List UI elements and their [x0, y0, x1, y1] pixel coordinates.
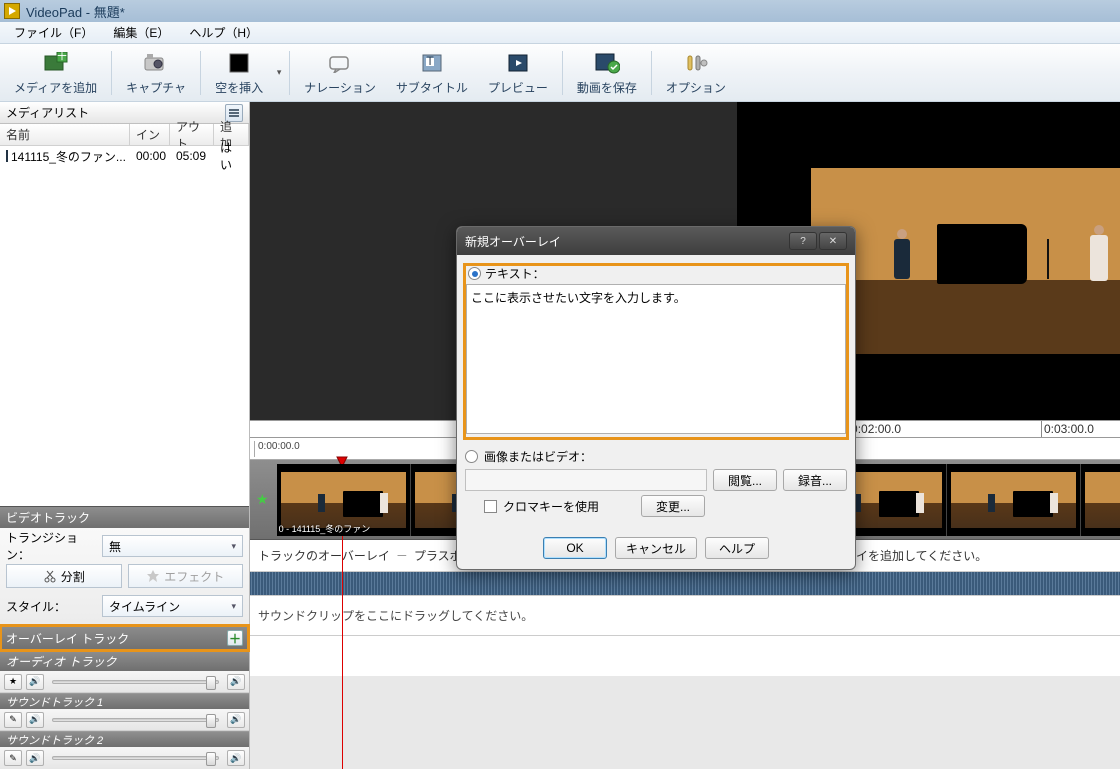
help-button[interactable]: ? [789, 232, 817, 250]
add-media-button[interactable]: ＋ メディアを追加 [4, 44, 107, 101]
text-radio[interactable] [468, 267, 481, 280]
style-label: スタイル： [6, 598, 96, 615]
subtitle-icon: T [418, 49, 446, 77]
speaker-icon-btn[interactable]: 🔊 [227, 674, 245, 690]
subtitle-button[interactable]: T サブタイトル [386, 44, 478, 101]
new-overlay-dialog: 新規オーバーレイ ? ✕ テキスト： 画像またはビデオ： 閲覧... 録音...… [456, 226, 856, 570]
waveform [250, 572, 1120, 595]
volume-slider[interactable] [52, 680, 219, 684]
soundtrack-2[interactable] [250, 636, 1120, 676]
soundtrack-1-label: サウンドトラック 1 [0, 693, 249, 709]
transition-select[interactable]: 無 [102, 535, 243, 557]
narration-button[interactable]: ナレーション [294, 44, 386, 101]
soundtrack-1[interactable]: サウンドクリップをここにドラッグしてください。 [250, 596, 1120, 636]
menu-help[interactable]: ヘルプ（H） [179, 22, 268, 43]
change-button[interactable]: 変更... [641, 495, 705, 517]
window-title: VideoPad - 無題* [26, 2, 125, 21]
clip-thumbnail[interactable] [1081, 464, 1120, 536]
speaker-toggle[interactable]: 🔊 [26, 750, 44, 766]
speaker-toggle[interactable]: 🔊 [26, 712, 44, 728]
audio-track-controls: ★ 🔊 🔊 [0, 671, 249, 693]
insert-blank-button[interactable]: 空を挿入 [205, 44, 273, 101]
clip-thumbnail[interactable]: 0 - 141115_冬のファン [277, 464, 411, 536]
effect-button[interactable]: エフェクト [128, 564, 244, 588]
video-track-header: ビデオトラック [0, 506, 249, 528]
svg-text:＋: ＋ [56, 52, 68, 63]
menu-bar: ファイル（F） 編集（E） ヘルプ（H） [0, 22, 1120, 44]
speaker-icon-btn[interactable]: 🔊 [227, 712, 245, 728]
style-select[interactable]: タイムライン [102, 595, 243, 617]
split-button[interactable]: 分割 [6, 564, 122, 588]
audio-track-header: オーディオ トラック [0, 651, 249, 671]
soundtrack-2-label: サウンドトラック 2 [0, 731, 249, 747]
save-video-button[interactable]: 動画を保存 [567, 44, 647, 101]
speaker-toggle[interactable]: 🔊 [26, 674, 44, 690]
preview-icon [504, 49, 532, 77]
svg-text:T: T [426, 54, 434, 68]
chroma-checkbox[interactable] [484, 500, 497, 513]
option-icon [682, 49, 710, 77]
help-dialog-button[interactable]: ヘルプ [705, 537, 769, 559]
app-icon [4, 3, 20, 19]
capture-button[interactable]: キャプチャ [116, 44, 196, 101]
chroma-label[interactable]: クロマキーを使用 [503, 498, 635, 515]
save-video-icon [593, 49, 621, 77]
title-bar: VideoPad - 無題* [0, 0, 1120, 22]
preview-frame [811, 168, 1120, 354]
star-toggle[interactable]: ★ [4, 674, 22, 690]
main-toolbar: ＋ メディアを追加 キャプチャ 空を挿入 ナレーション T サブタイトル プレビ… [0, 44, 1120, 102]
add-media-icon: ＋ [42, 49, 70, 77]
image-radio[interactable] [465, 450, 478, 463]
text-radio-label[interactable]: テキスト： [485, 265, 545, 282]
image-radio-label[interactable]: 画像またはビデオ： [484, 448, 592, 465]
preview-button[interactable]: プレビュー [478, 44, 558, 101]
add-overlay-button[interactable]: ＋ [227, 630, 243, 646]
capture-icon [142, 49, 170, 77]
track-star-icon: ★ [256, 491, 269, 508]
left-panel: メディアリスト 名前 イン アウト 追加... 141115_冬のファン... … [0, 102, 250, 769]
transition-label: トランジション： [6, 529, 96, 563]
file-path-field[interactable] [465, 469, 707, 491]
lock-toggle[interactable]: ✎ [4, 750, 22, 766]
audio-track[interactable] [250, 572, 1120, 596]
video-file-icon [6, 150, 8, 162]
col-out[interactable]: アウト [170, 124, 214, 145]
soundtrack-1-controls: ✎ 🔊 🔊 [0, 709, 249, 731]
media-row[interactable]: 141115_冬のファン... 00:00 05:09 はい [0, 146, 249, 166]
volume-slider[interactable] [52, 718, 219, 722]
browse-button[interactable]: 閲覧... [713, 469, 777, 491]
clip-thumbnail[interactable] [947, 464, 1081, 536]
col-in[interactable]: イン [130, 124, 170, 145]
col-name[interactable]: 名前 [0, 124, 130, 145]
video-track-panel: トランジション： 無 分割 エフェクト スタイル： タイムライン [0, 528, 249, 625]
insert-blank-icon [225, 49, 253, 77]
menu-edit[interactable]: 編集（E） [103, 22, 179, 43]
insert-blank-dropdown[interactable] [273, 44, 285, 101]
cancel-button[interactable]: キャンセル [615, 537, 697, 559]
volume-slider[interactable] [52, 756, 219, 760]
record-button[interactable]: 録音... [783, 469, 847, 491]
media-columns: 名前 イン アウト 追加... [0, 124, 249, 146]
soundtrack-2-controls: ✎ 🔊 🔊 [0, 747, 249, 769]
overlay-track-header[interactable]: オーバーレイ トラック ＋ [0, 625, 249, 651]
media-rows: 141115_冬のファン... 00:00 05:09 はい [0, 146, 249, 326]
scissors-icon [43, 569, 57, 583]
narration-icon [326, 49, 354, 77]
star-icon [146, 569, 160, 583]
menu-file[interactable]: ファイル（F） [4, 22, 103, 43]
lock-toggle[interactable]: ✎ [4, 712, 22, 728]
option-button[interactable]: オプション [656, 44, 736, 101]
overlay-text-input[interactable] [466, 284, 846, 434]
dialog-title-bar[interactable]: 新規オーバーレイ ? ✕ [457, 227, 855, 255]
media-list-header: メディアリスト [0, 102, 249, 124]
close-button[interactable]: ✕ [819, 232, 847, 250]
speaker-icon-btn[interactable]: 🔊 [227, 750, 245, 766]
ok-button[interactable]: OK [543, 537, 607, 559]
